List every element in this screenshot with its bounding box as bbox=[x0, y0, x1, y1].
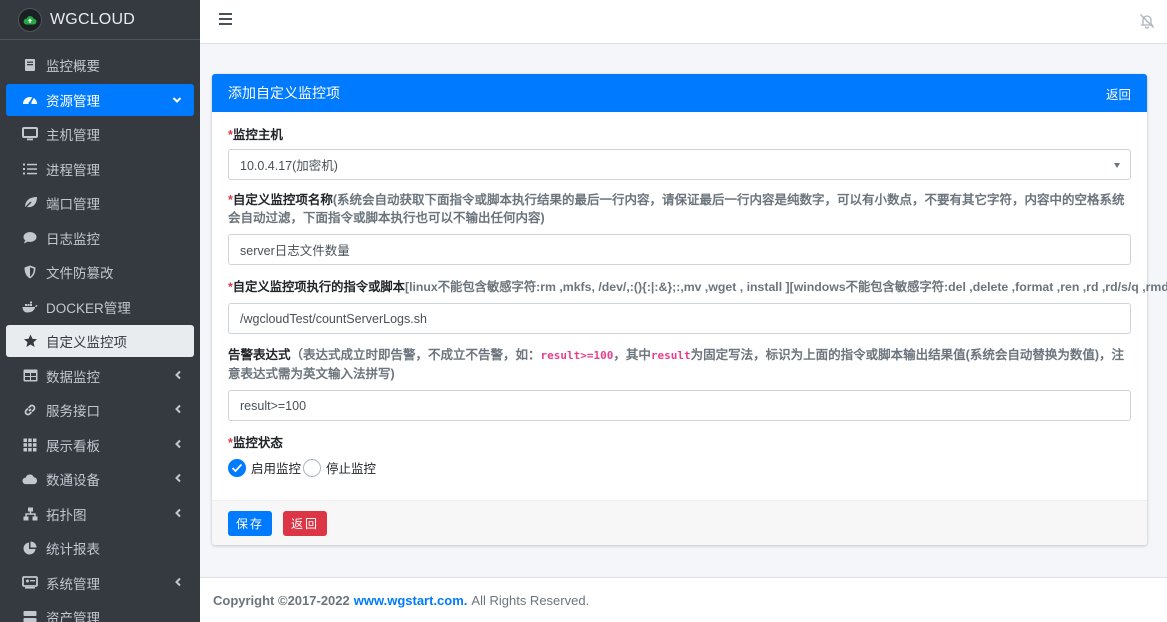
sidebar-item-processes[interactable]: 进程管理 bbox=[6, 153, 194, 185]
status-enable-radio[interactable] bbox=[228, 458, 246, 477]
sidebar-item-resources[interactable]: 资源管理 bbox=[6, 83, 194, 116]
status-disable-label[interactable]: 停止监控 bbox=[326, 458, 376, 477]
command-label: *自定义监控项执行的指令或脚本[linux不能包含敏感字符:rm ,mkfs, … bbox=[228, 278, 1167, 296]
custom-monitor-form-card: 添加自定义监控项 返回 *监控主机 10.0.4.17(加密机) *自定义监控项… bbox=[212, 74, 1167, 545]
desktop-icon bbox=[22, 126, 38, 142]
cloud-logo-icon bbox=[18, 7, 42, 32]
sidebar-item-service-api[interactable]: 服务接口 bbox=[6, 394, 194, 426]
caret-down-icon bbox=[1114, 163, 1120, 168]
dashboard-icon bbox=[22, 92, 38, 108]
rights-text: All Rights Reserved. bbox=[471, 592, 590, 608]
chevron-left-icon bbox=[174, 576, 182, 590]
leaf-icon bbox=[22, 195, 38, 211]
website-link[interactable]: www.wgstart.com. bbox=[354, 593, 468, 608]
chevron-left-icon bbox=[174, 369, 182, 383]
alarm-expression-input[interactable]: result>=100 bbox=[228, 390, 1131, 421]
brand-name: WGCLOUD bbox=[50, 10, 135, 28]
shield-icon bbox=[22, 264, 38, 280]
sidebar-item-system[interactable]: 系统管理 bbox=[6, 567, 194, 599]
top-navbar bbox=[200, 0, 1167, 44]
monitor-name-input[interactable]: server日志文件数量 bbox=[228, 234, 1131, 265]
host-select-value: 10.0.4.17(加密机) bbox=[240, 159, 338, 173]
sidebar-item-assets[interactable]: 资产管理 bbox=[6, 601, 194, 622]
sidebar-item-hosts[interactable]: 主机管理 bbox=[6, 118, 194, 150]
page-footer: Copyright ©2017-2022 www.wgstart.com. Al… bbox=[200, 577, 1167, 622]
command-hint: [linux不能包含敏感字符:rm ,mkfs, /dev/,:(){:|:&}… bbox=[404, 280, 1167, 294]
sidebar-item-file-protect[interactable]: 文件防篡改 bbox=[6, 256, 194, 288]
save-button[interactable]: 保存 bbox=[228, 510, 273, 536]
link-icon bbox=[22, 402, 38, 418]
alarm-expression-label: 告警表达式（表达式成立时即告警，不成立不告警，如：result>=100，其中r… bbox=[228, 348, 1124, 381]
sitemap-icon bbox=[22, 506, 38, 522]
card-footer: 保存 返回 bbox=[212, 500, 1147, 545]
host-label: *监控主机 bbox=[228, 128, 283, 142]
check-icon bbox=[231, 463, 243, 472]
sidebar-item-logs[interactable]: 日志监控 bbox=[6, 222, 194, 254]
table-icon bbox=[22, 368, 38, 384]
sidebar-item-ports[interactable]: 端口管理 bbox=[6, 187, 194, 219]
sidebar-item-data-monitor[interactable]: 数据监控 bbox=[6, 360, 194, 392]
sidebar-item-custom-monitor[interactable]: 自定义监控项 bbox=[6, 325, 194, 357]
server-icon bbox=[22, 609, 38, 622]
pie-chart-icon bbox=[22, 540, 38, 556]
status-enable-label[interactable]: 启用监控 bbox=[251, 458, 301, 477]
chevron-left-icon bbox=[174, 438, 182, 452]
card-body: *监控主机 10.0.4.17(加密机) *自定义监控项名称(系统会自动获取下面… bbox=[212, 112, 1167, 477]
docker-icon bbox=[22, 299, 38, 315]
book-icon bbox=[22, 57, 38, 73]
status-radio-group: 启用监控 停止监控 bbox=[228, 458, 1131, 477]
card-header: 添加自定义监控项 返回 bbox=[212, 74, 1147, 112]
list-icon bbox=[22, 161, 38, 177]
name-hint: (系统会自动获取下面指令或脚本执行结果的最后一行内容，请保证最后一行内容是纯数字… bbox=[228, 193, 1125, 225]
chevron-down-icon bbox=[172, 93, 182, 107]
copyright-text: Copyright ©2017-2022 bbox=[213, 592, 350, 608]
status-label: *监控状态 bbox=[228, 436, 283, 450]
grid-icon bbox=[22, 437, 38, 453]
brand[interactable]: WGCLOUD bbox=[0, 0, 200, 40]
chevron-left-icon bbox=[174, 507, 182, 521]
host-select[interactable]: 10.0.4.17(加密机) bbox=[228, 149, 1131, 180]
command-input[interactable]: /wgcloudTest/countServerLogs.sh bbox=[228, 303, 1131, 334]
sidebar-item-overview[interactable]: 监控概要 bbox=[6, 49, 194, 81]
menu-toggle-icon[interactable] bbox=[219, 13, 232, 28]
status-disable-radio[interactable] bbox=[303, 458, 322, 477]
cloud-icon bbox=[22, 471, 38, 487]
card-title: 添加自定义监控项 bbox=[228, 85, 340, 101]
comment-icon bbox=[22, 230, 38, 246]
sidebar-item-dashboard-board[interactable]: 展示看板 bbox=[6, 429, 194, 461]
sidebar-item-reports[interactable]: 统计报表 bbox=[6, 532, 194, 564]
back-link[interactable]: 返回 bbox=[1106, 84, 1131, 103]
id-card-icon bbox=[22, 575, 38, 591]
chevron-left-icon bbox=[174, 403, 182, 417]
name-label: *自定义监控项名称(系统会自动获取下面指令或脚本执行结果的最后一行内容，请保证最… bbox=[228, 193, 1125, 225]
back-button[interactable]: 返回 bbox=[283, 510, 328, 536]
sidebar-item-docker[interactable]: DOCKER管理 bbox=[6, 291, 194, 323]
sidebar-item-network-devices[interactable]: 数通设备 bbox=[6, 463, 194, 495]
sidebar: WGCLOUD 监控概要 资源管理 主机管理 进程管理 端口管理 日志监控 文件… bbox=[0, 0, 200, 622]
bell-off-icon[interactable] bbox=[1139, 13, 1155, 29]
sidebar-item-topology[interactable]: 拓扑图 bbox=[6, 498, 194, 530]
chevron-left-icon bbox=[174, 472, 182, 486]
sidebar-nav: 监控概要 资源管理 主机管理 进程管理 端口管理 日志监控 文件防篡改 DOCK… bbox=[0, 40, 200, 622]
star-icon bbox=[22, 333, 38, 349]
